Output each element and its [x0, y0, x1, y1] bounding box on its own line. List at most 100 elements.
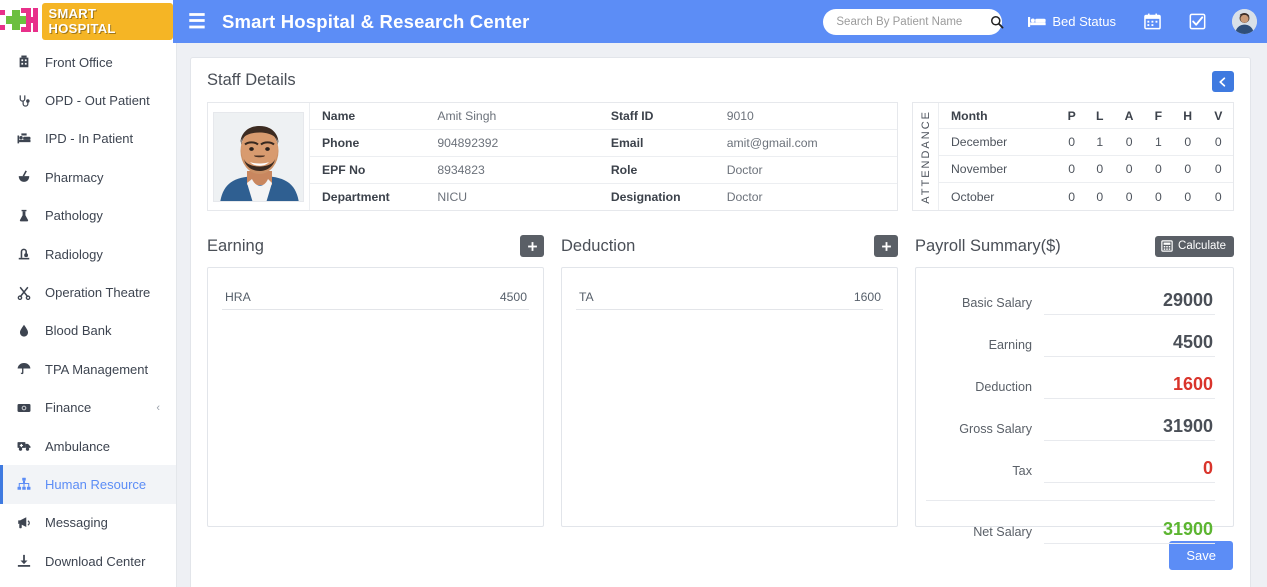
payroll-value: 1600 [1044, 374, 1215, 399]
deduction-amount-input[interactable] [808, 290, 883, 310]
calendar-icon[interactable] [1144, 13, 1161, 30]
attendance-column-header: P [1057, 103, 1086, 129]
xray-icon [17, 247, 37, 261]
attendance-month: November [939, 156, 1057, 183]
staff-field-value: amit@gmail.com [715, 130, 897, 157]
sidebar-item-operation-theatre[interactable]: Operation Theatre [0, 273, 176, 311]
bed-status-label: Bed Status [1052, 14, 1116, 29]
staff-field-label: Phone [310, 130, 425, 157]
user-avatar[interactable] [1232, 9, 1257, 34]
building-icon [17, 55, 37, 69]
calculate-button[interactable]: Calculate [1155, 236, 1234, 257]
ambulance-icon [17, 439, 37, 453]
brand-logo[interactable]: SMART HOSPITAL [0, 0, 173, 43]
attendance-table: ATTENDANCE MonthPLAFHV December010100Nov… [912, 102, 1234, 211]
staff-field-value: 9010 [715, 103, 897, 130]
save-button[interactable]: Save [1169, 541, 1233, 570]
payroll-label: Earning [926, 338, 1044, 357]
search-input[interactable] [836, 16, 990, 28]
bed-status-button[interactable]: Bed Status [1028, 14, 1116, 29]
sidebar-item-blood-bank[interactable]: Blood Bank [0, 312, 176, 350]
earning-list [207, 267, 544, 527]
sidebar-item-ipd-in-patient[interactable]: IPD - In Patient [0, 120, 176, 158]
sidebar-item-label: OPD - Out Patient [45, 93, 150, 108]
sidebar-item-pathology[interactable]: Pathology [0, 197, 176, 235]
sidebar-item-messaging[interactable]: Messaging [0, 504, 176, 542]
staff-field-label: Role [599, 157, 715, 184]
attendance-value: 1 [1086, 129, 1113, 156]
payroll-label: Deduction [926, 380, 1044, 399]
sidebar-item-opd-out-patient[interactable]: OPD - Out Patient [0, 81, 176, 119]
sidebar-item-finance[interactable]: Finance‹ [0, 389, 176, 427]
sitemap-icon [17, 477, 37, 491]
earning-name-input[interactable] [222, 290, 454, 310]
medical-cross-icon [0, 8, 44, 36]
staff-info-table: NameAmit SinghStaff ID9010Phone904892392… [207, 102, 898, 211]
payroll-value: 0 [1044, 458, 1215, 483]
add-deduction-button[interactable] [874, 235, 898, 257]
earning-row [222, 290, 529, 310]
sidebar-item-label: Ambulance [45, 439, 110, 454]
staff-field-label: Email [599, 130, 715, 157]
staff-field-label: Department [310, 184, 425, 211]
blood-drop-icon [17, 324, 37, 338]
attendance-value: 0 [1204, 183, 1233, 210]
payroll-value: 4500 [1044, 332, 1215, 357]
payroll-value: 29000 [1044, 290, 1215, 315]
hamburger-icon[interactable]: ☰ [188, 12, 206, 32]
attendance-value: 0 [1145, 183, 1172, 210]
sidebar-item-front-office[interactable]: Front Office [0, 43, 176, 81]
payroll-panel: Payroll Summary($) [915, 233, 1234, 527]
earning-title: Earning [207, 237, 264, 256]
staff-field-label: Designation [599, 184, 715, 211]
payroll-divider [926, 500, 1215, 501]
attendance-value: 0 [1057, 129, 1086, 156]
payroll-label: Tax [926, 464, 1044, 483]
sidebar-item-ambulance[interactable]: Ambulance [0, 427, 176, 465]
logo-text: SMART HOSPITAL [42, 3, 173, 40]
search-icon[interactable] [990, 15, 1004, 29]
attendance-value: 0 [1057, 183, 1086, 210]
staff-info-row: Phone904892392Emailamit@gmail.com [310, 130, 897, 157]
attendance-row: November000000 [939, 156, 1233, 183]
calculate-label: Calculate [1178, 240, 1226, 252]
attendance-value: 0 [1086, 156, 1113, 183]
staff-field-value: Amit Singh [425, 103, 599, 130]
staff-details-card: Staff Details [190, 57, 1251, 587]
attendance-value: 0 [1113, 156, 1145, 183]
scissors-icon [17, 286, 37, 300]
download-icon [17, 554, 37, 568]
sidebar-item-human-resource[interactable]: Human Resource [0, 465, 176, 503]
payroll-row: Basic Salary29000 [926, 290, 1215, 315]
checkbox-check-icon[interactable] [1189, 13, 1206, 30]
attendance-row: December010100 [939, 129, 1233, 156]
flask-icon [17, 209, 37, 223]
sidebar-item-label: Download Center [45, 554, 145, 569]
attendance-value: 0 [1113, 183, 1145, 210]
sidebar-item-download-center[interactable]: Download Center [0, 542, 176, 580]
top-navbar: SMART HOSPITAL ☰ Smart Hospital & Resear… [0, 0, 1267, 43]
arrow-left-icon[interactable] [1212, 71, 1234, 92]
sidebar-item-label: Human Resource [45, 477, 146, 492]
deduction-row [576, 290, 883, 310]
deduction-name-input[interactable] [576, 290, 808, 310]
attendance-value: 0 [1086, 183, 1113, 210]
staff-photo [213, 112, 304, 202]
staff-field-value: Doctor [715, 157, 897, 184]
sidebar-item-radiology[interactable]: Radiology [0, 235, 176, 273]
payroll-label: Basic Salary [926, 296, 1044, 315]
sidebar-nav: Front Office OPD - Out Patient IPD - In Pa… [0, 43, 177, 587]
attendance-month: December [939, 129, 1057, 156]
payroll-title: Payroll Summary($) [915, 237, 1061, 256]
earning-amount-input[interactable] [454, 290, 529, 310]
sidebar-item-pharmacy[interactable]: Pharmacy [0, 158, 176, 196]
page-title: Smart Hospital & Research Center [222, 11, 530, 33]
earning-panel: Earning [207, 233, 544, 527]
sidebar-item-tpa-management[interactable]: TPA Management [0, 350, 176, 388]
attendance-value: 0 [1204, 129, 1233, 156]
add-earning-button[interactable] [520, 235, 544, 257]
calculator-icon [1161, 240, 1173, 252]
staff-details-title: Staff Details [207, 71, 296, 90]
staff-field-label: Name [310, 103, 425, 130]
search-box[interactable] [823, 9, 1002, 35]
